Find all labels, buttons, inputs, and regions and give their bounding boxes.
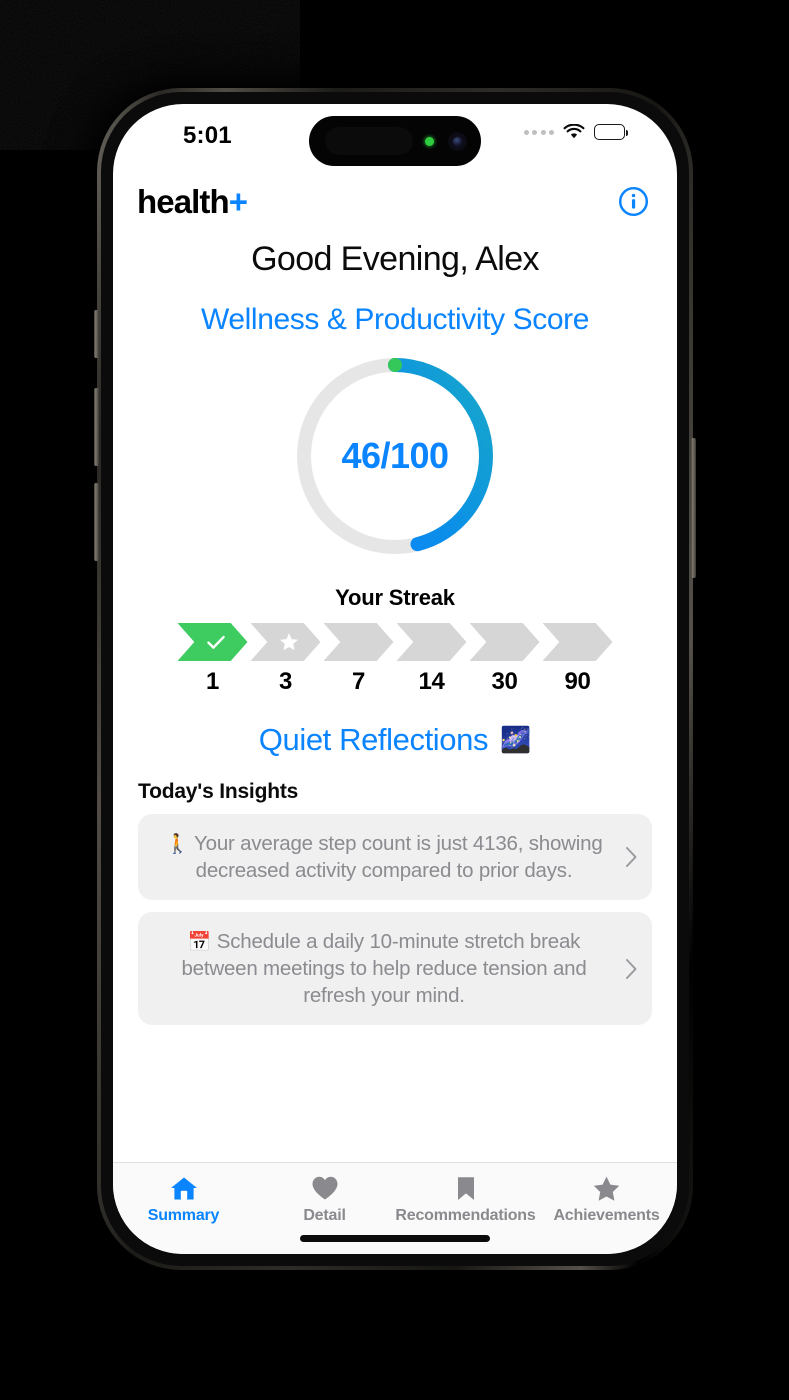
tab-label: Summary: [147, 1207, 220, 1224]
dynamic-island-pill: [325, 127, 413, 155]
volume-down-button[interactable]: [94, 483, 99, 561]
streak-milestone-label: 30: [491, 668, 518, 695]
streak-chevron: [469, 623, 540, 661]
tab-detail[interactable]: Detail: [254, 1173, 395, 1225]
streak-milestone-label: 3: [278, 668, 293, 695]
streak-milestone-90[interactable]: 90: [542, 623, 613, 696]
front-camera-icon: [448, 132, 467, 151]
action-button[interactable]: [94, 310, 99, 358]
insights-section: Today's Insights 🚶 Your average step cou…: [113, 780, 677, 1162]
streak-milestone-30[interactable]: 30: [469, 623, 540, 696]
insights-title: Today's Insights: [138, 780, 299, 803]
streak-milestone-label: 14: [418, 668, 445, 695]
tab-summary[interactable]: Summary: [113, 1173, 254, 1225]
insight-card[interactable]: 📅 Schedule a daily 10-minute stretch bre…: [138, 912, 652, 1026]
power-button[interactable]: [691, 438, 696, 578]
dynamic-island: [309, 116, 481, 166]
chevron-right-icon[interactable]: [620, 846, 642, 868]
tab-achievements[interactable]: Achievements: [536, 1173, 677, 1225]
heart-icon: [311, 1173, 339, 1203]
streak-milestone-7[interactable]: 7: [323, 623, 394, 696]
brand-plus: +: [228, 182, 248, 220]
check-icon: [206, 635, 225, 649]
signal-dots-icon: [523, 129, 554, 135]
streak-title: Your Streak: [335, 585, 455, 610]
home-icon: [169, 1173, 199, 1203]
streak-chevron: [323, 623, 394, 661]
camera-active-indicator-icon: [425, 137, 434, 146]
streak-milestone-label: 7: [351, 668, 366, 695]
battery-full-icon: [594, 124, 628, 140]
check-icon-wrap: [178, 623, 248, 661]
streak-chevron: [396, 623, 467, 661]
insights-list: 🚶 Your average step count is just 4136, …: [138, 814, 652, 1026]
wellness-score-ring: 46/100: [288, 349, 502, 563]
streak-chevron: [250, 623, 321, 661]
insight-text: 📅 Schedule a daily 10-minute stretch bre…: [181, 930, 587, 1008]
milky-way-icon: 🌌: [500, 725, 532, 754]
streak-milestones: 1 3 7 14 30 90: [113, 623, 677, 696]
home-indicator[interactable]: [300, 1235, 490, 1242]
volume-up-button[interactable]: [94, 388, 99, 466]
streak-milestone-3[interactable]: 3: [250, 623, 321, 696]
status-bar-indicators: [523, 124, 628, 140]
greeting-text: Good Evening, Alex: [251, 240, 539, 278]
quiet-reflections-link[interactable]: Quiet Reflections 🌌: [113, 722, 677, 758]
app-content: health+ Good Evening, Alex Wellness & Pr…: [113, 166, 677, 1254]
quiet-reflections-label: Quiet Reflections: [258, 722, 489, 757]
info-circle-icon[interactable]: [618, 186, 649, 217]
phone-screen: 5:01 health+ Good Evening, Alex Wellness…: [113, 104, 677, 1254]
streak-milestone-label: 1: [205, 668, 220, 695]
app-logo: health+: [137, 182, 248, 220]
bookmark-icon: [455, 1173, 477, 1203]
phone-device-frame: 5:01 health+ Good Evening, Alex Wellness…: [94, 88, 696, 1270]
tab-recommendations[interactable]: Recommendations: [395, 1173, 536, 1225]
status-bar: 5:01: [113, 104, 677, 166]
streak-chevron: [177, 623, 248, 661]
streak-chevron: [542, 623, 613, 661]
star-icon: [279, 633, 298, 651]
insight-text: 🚶 Your average step count is just 4136, …: [165, 832, 603, 883]
score-section-title: Wellness & Productivity Score: [201, 303, 589, 336]
status-bar-clock: 5:01: [183, 122, 232, 149]
streak-milestone-14[interactable]: 14: [396, 623, 467, 696]
insight-card[interactable]: 🚶 Your average step count is just 4136, …: [138, 814, 652, 901]
wifi-icon: [563, 124, 585, 139]
score-value-text: 46/100: [341, 435, 449, 476]
brand-name: health: [137, 182, 230, 220]
tab-label: Recommendations: [395, 1207, 536, 1224]
app-bar: health+: [113, 166, 677, 236]
streak-milestone-1[interactable]: 1: [177, 623, 248, 696]
insight-emoji-icon: 📅: [187, 932, 212, 954]
streak-milestone-label: 90: [564, 668, 591, 695]
tab-label: Detail: [303, 1207, 346, 1224]
star-icon: [592, 1173, 621, 1203]
chevron-right-icon[interactable]: [620, 958, 642, 980]
insight-emoji-icon: 🚶: [165, 834, 189, 855]
tab-label: Achievements: [553, 1207, 660, 1224]
star-icon-wrap: [251, 623, 321, 661]
